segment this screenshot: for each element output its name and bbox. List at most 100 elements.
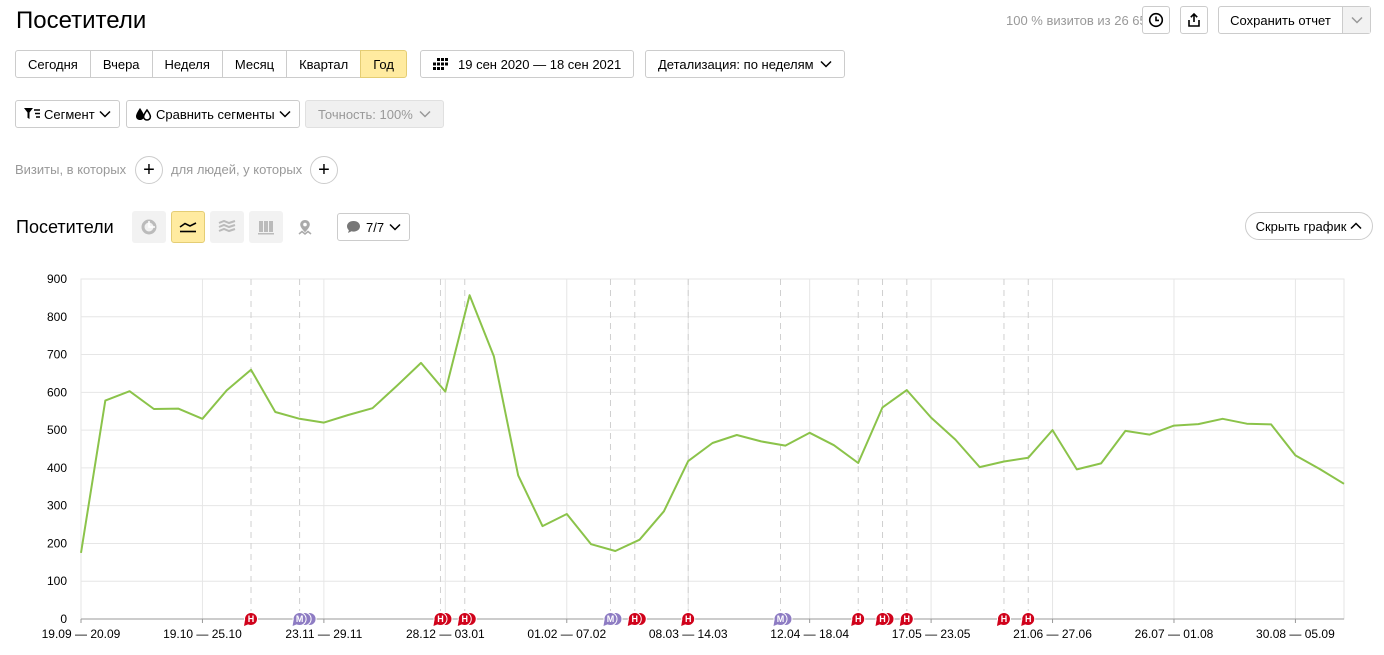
x-tick-label: 08.03 — 14.03	[649, 627, 728, 641]
compare-segments-label: Сравнить сегменты	[156, 106, 275, 122]
period-week[interactable]: Неделя	[151, 50, 223, 78]
period-quarter[interactable]: Квартал	[286, 50, 362, 78]
notes-dropdown[interactable]: 7/7	[337, 213, 411, 241]
period-selector: Сегодня Вчера Неделя Месяц Квартал Год	[15, 50, 407, 78]
chart-section-title: Посетители	[16, 217, 114, 237]
note-badge-n: Н	[457, 612, 477, 626]
export-button[interactable]	[1180, 6, 1208, 34]
chevron-down-icon	[389, 223, 401, 231]
x-tick-label: 21.06 — 27.06	[1013, 627, 1092, 641]
y-tick-label: 200	[47, 536, 67, 550]
history-button[interactable]	[1142, 6, 1170, 34]
note-badge-letter: Н	[248, 614, 255, 624]
y-tick-label: 600	[47, 385, 67, 399]
detail-dropdown[interactable]: Детализация: по неделям	[645, 50, 845, 78]
bar-chart-icon	[258, 220, 274, 234]
line-chart-icon	[179, 222, 197, 233]
x-tick-label: 19.10 — 25.10	[163, 627, 242, 641]
chevron-down-icon	[820, 60, 832, 68]
y-tick-label: 700	[47, 348, 67, 362]
save-report-button[interactable]: Сохранить отчет	[1218, 6, 1371, 34]
x-tick-label: 01.02 — 07.02	[527, 627, 606, 641]
people-condition-label: для людей, у которых	[171, 162, 303, 177]
drops-icon	[136, 108, 152, 121]
series-line-visitors	[80, 294, 1345, 554]
accuracy-dropdown[interactable]: Точность: 100%	[305, 100, 444, 128]
plus-icon: +	[143, 159, 155, 181]
period-today[interactable]: Сегодня	[15, 50, 91, 78]
period-yesterday[interactable]: Вчера	[89, 50, 153, 78]
visitors-line-chart: 0 100 200 300 400 500 600 700 800 900 19.09 — 20.…	[42, 272, 1345, 641]
chart-y-axis: 0 100 200 300 400 500 600 700 800 900	[47, 272, 1344, 626]
chart-type-bars[interactable]	[249, 211, 283, 243]
stacked-area-icon	[218, 220, 236, 233]
visits-share: 100 % визитов из 26 653	[1005, 13, 1154, 28]
detail-label: Детализация: по неделям	[658, 56, 814, 72]
note-badge-letter: М	[607, 614, 615, 624]
chevron-up-icon	[1350, 222, 1362, 230]
y-tick-label: 400	[47, 461, 67, 475]
add-visit-condition-button[interactable]: +	[135, 156, 163, 184]
x-tick-label: 26.07 — 01.08	[1135, 627, 1214, 641]
y-tick-label: 300	[47, 499, 67, 513]
chevron-down-icon	[419, 110, 431, 118]
comment-icon	[347, 221, 360, 233]
chart-series	[80, 294, 1345, 554]
save-report-dropdown[interactable]	[1342, 7, 1370, 33]
note-badge-n: Н	[899, 612, 914, 626]
note-badge-letter: Н	[685, 614, 692, 624]
accuracy-label: Точность: 100%	[318, 106, 413, 122]
compare-segments-button[interactable]: Сравнить сегменты	[126, 100, 300, 128]
note-badge-letter: Н	[1001, 614, 1008, 624]
filter-icon	[24, 108, 40, 119]
date-range-label: 19 сен 2020 — 18 сен 2021	[458, 56, 622, 72]
note-badge-m: М	[603, 612, 623, 626]
note-badge-letter: Н	[855, 614, 862, 624]
y-tick-label: 500	[47, 423, 67, 437]
page-title: Посетители	[16, 7, 147, 34]
x-tick-label: 23.11 — 29.11	[285, 627, 362, 641]
chart-type-line[interactable]	[171, 211, 205, 243]
y-tick-label: 800	[47, 310, 67, 324]
chart-type-pie[interactable]	[132, 211, 166, 243]
note-badge-m: М	[773, 612, 793, 626]
chevron-down-icon	[279, 110, 291, 118]
chart-note-lines	[250, 279, 1029, 611]
note-badge-n: Н	[996, 612, 1011, 626]
hide-chart-label: Скрыть график	[1255, 218, 1347, 234]
visits-condition-label: Визиты, в которых	[15, 162, 127, 177]
y-tick-label: 900	[47, 272, 67, 286]
note-badge-n: Н	[851, 612, 866, 626]
y-tick-label: 0	[60, 612, 67, 626]
period-year[interactable]: Год	[360, 50, 407, 78]
x-tick-label: 28.12 — 03.01	[406, 627, 485, 641]
note-badge-n: Н	[681, 612, 696, 626]
x-tick-label: 12.04 — 18.04	[770, 627, 849, 641]
note-badge-letter: Н	[437, 614, 444, 624]
date-range-button[interactable]: 19 сен 2020 — 18 сен 2021	[420, 50, 635, 78]
chevron-down-icon	[1350, 16, 1363, 24]
map-pin-icon	[298, 219, 312, 235]
note-badge-n: Н	[433, 612, 453, 626]
chart-type-map[interactable]	[288, 211, 322, 243]
chart-grid	[80, 278, 1345, 620]
y-tick-label: 100	[47, 574, 67, 588]
note-badge-letter: Н	[1025, 614, 1032, 624]
chart-type-area[interactable]	[210, 211, 244, 243]
notes-count: 7/7	[366, 219, 385, 235]
period-month[interactable]: Месяц	[221, 50, 288, 78]
clock-icon	[1148, 12, 1164, 28]
note-badge-m: М	[292, 612, 317, 626]
plus-icon: +	[318, 159, 330, 181]
segment-button[interactable]: Сегмент	[15, 100, 120, 128]
note-badge-n: Н	[627, 612, 647, 626]
hide-chart-button[interactable]: Скрыть график	[1245, 212, 1373, 240]
save-report-label: Сохранить отчет	[1230, 12, 1331, 28]
segment-label: Сегмент	[44, 106, 95, 122]
note-badge-letter: М	[777, 614, 785, 624]
add-people-condition-button[interactable]: +	[310, 156, 338, 184]
note-badge-n: Н	[875, 612, 895, 626]
x-tick-label: 30.08 — 05.09	[1256, 627, 1335, 641]
x-tick-label: 17.05 — 23.05	[892, 627, 971, 641]
plot-area-border	[80, 278, 1345, 620]
